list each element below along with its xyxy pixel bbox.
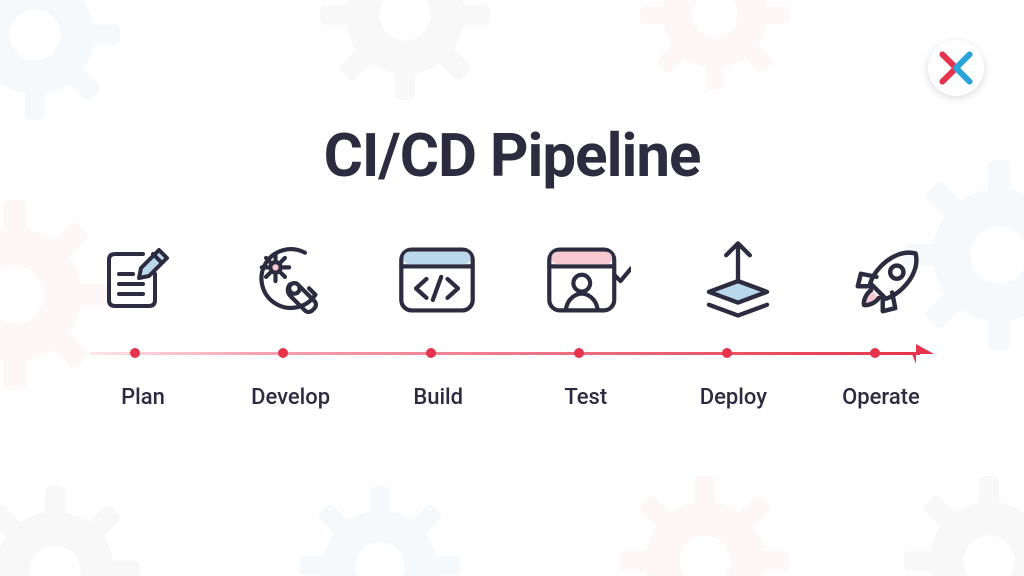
gear-bg-icon: [320, 0, 490, 100]
user-check-window-icon: [542, 235, 632, 325]
step-label: Plan: [98, 385, 188, 410]
brand-badge: [928, 40, 984, 96]
gear-bg-icon: [620, 476, 790, 576]
note-pencil-icon: [90, 235, 180, 325]
pipeline-dot: [722, 348, 732, 358]
pipeline-dot: [278, 348, 288, 358]
pipeline-dot: [870, 348, 880, 358]
step-label: Test: [541, 385, 631, 410]
upload-layers-icon: [693, 235, 783, 325]
gear-bg-icon: [0, 486, 140, 576]
gear-bg-icon: [300, 486, 460, 576]
page-title: CI/CD Pipeline: [0, 120, 1024, 191]
gear-bg-icon: [904, 476, 1024, 576]
pipeline-axis: [90, 343, 934, 363]
gear-bg-icon: [0, 0, 120, 120]
step-label: Develop: [246, 385, 336, 410]
brand-x-icon: [939, 51, 973, 85]
pipeline-dot: [574, 348, 584, 358]
gear-wrench-icon: [241, 235, 331, 325]
pipeline-dot: [130, 348, 140, 358]
step-label: Build: [393, 385, 483, 410]
code-window-icon: [392, 235, 482, 325]
step-label: Operate: [836, 385, 926, 410]
gear-bg-icon: [640, 0, 790, 90]
pipeline-diagram: Plan Develop Build Test Deploy Operate: [90, 225, 934, 410]
rocket-icon: [844, 235, 934, 325]
pipeline-dot: [426, 348, 436, 358]
step-label: Deploy: [688, 385, 778, 410]
